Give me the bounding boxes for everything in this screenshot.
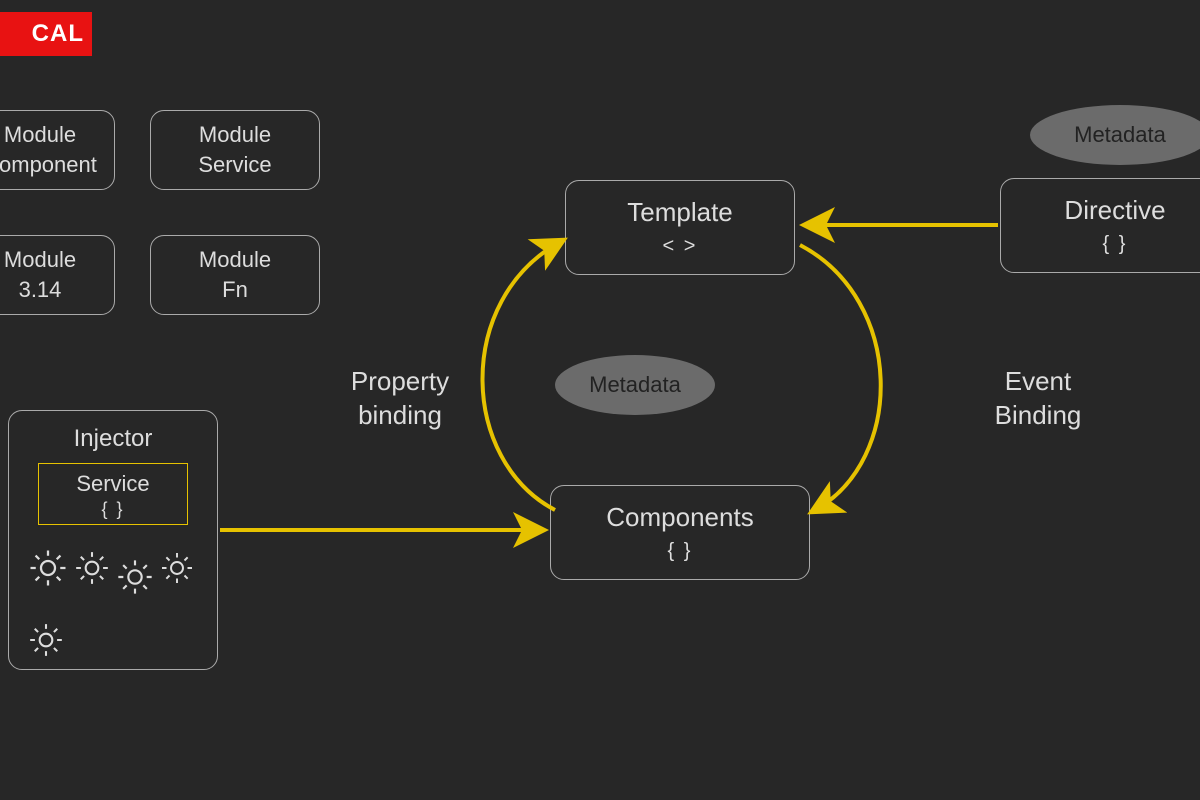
module-value-line1: Module	[4, 245, 76, 275]
metadata-top-ellipse: Metadata	[1030, 105, 1200, 165]
metadata-center-label: Metadata	[589, 372, 681, 398]
gear-icon	[159, 550, 195, 592]
property-binding-line1: Property	[310, 365, 490, 399]
gear-icon	[27, 621, 65, 665]
directive-label: Directive	[1064, 193, 1165, 228]
gear-icon	[27, 547, 69, 595]
injector-box: Injector Service { }	[8, 410, 218, 670]
gear-icon	[73, 549, 111, 593]
property-binding-line2: binding	[310, 399, 490, 433]
arrow-event-binding	[800, 245, 881, 510]
components-sub: { }	[668, 538, 693, 565]
brand-logo-text: CAL	[32, 20, 84, 48]
template-label: Template	[627, 195, 733, 230]
module-fn-line2: Fn	[222, 275, 248, 305]
directive-box: Directive { }	[1000, 178, 1200, 273]
template-sub: < >	[663, 233, 698, 260]
metadata-center-ellipse: Metadata	[555, 355, 715, 415]
module-service-line1: Module	[199, 120, 271, 150]
module-component-line2: Component	[0, 150, 97, 180]
brand-logo: CAL	[0, 12, 92, 56]
module-value-box: Module 3.14	[0, 235, 115, 315]
module-fn-box: Module Fn	[150, 235, 320, 315]
module-component-line1: Module	[4, 120, 76, 150]
module-component-box: Module Component	[0, 110, 115, 190]
arrow-property-binding	[483, 242, 561, 510]
module-service-box: Module Service	[150, 110, 320, 190]
injector-gears	[25, 539, 201, 665]
metadata-top-label: Metadata	[1074, 122, 1166, 148]
injector-title: Injector	[25, 425, 201, 453]
injector-service-label: Service	[39, 470, 187, 498]
components-box: Components { }	[550, 485, 810, 580]
event-binding-line2: Binding	[958, 399, 1118, 433]
property-binding-label: Property binding	[310, 365, 490, 433]
components-label: Components	[606, 500, 753, 535]
gear-icon	[115, 557, 155, 603]
module-value-line2: 3.14	[19, 275, 62, 305]
directive-sub: { }	[1103, 231, 1128, 258]
injector-service-sub: { }	[39, 498, 187, 521]
template-box: Template < >	[565, 180, 795, 275]
module-fn-line1: Module	[199, 245, 271, 275]
module-service-line2: Service	[198, 150, 271, 180]
event-binding-line1: Event	[958, 365, 1118, 399]
injector-service-inner: Service { }	[38, 463, 188, 525]
event-binding-label: Event Binding	[958, 365, 1118, 433]
